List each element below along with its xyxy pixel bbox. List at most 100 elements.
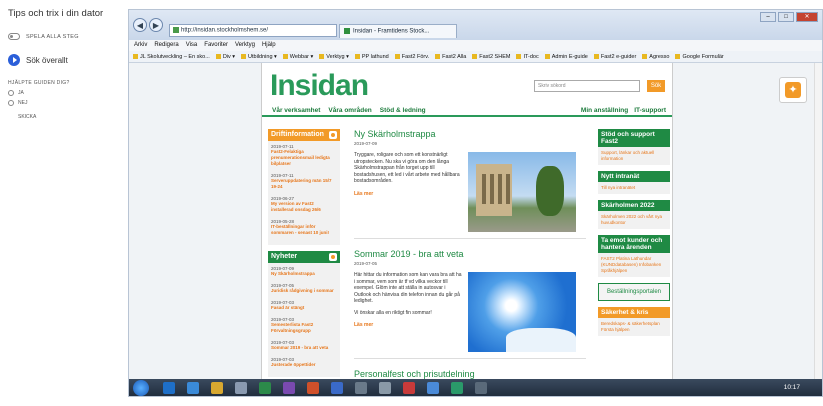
list-item[interactable]: 2019-07-05 Juridisk rådgivning i sommar	[271, 283, 337, 294]
box-link[interactable]: Till nya intranätet	[598, 182, 670, 194]
start-icon[interactable]	[133, 380, 149, 396]
item-link[interactable]: Juridisk rådgivning i sommar	[271, 288, 337, 294]
favorite-item[interactable]: Fast2 Förv.	[395, 54, 429, 60]
list-item[interactable]: 2019-07-03 Justerade öppettider	[271, 357, 337, 368]
box-link[interactable]: Skärholmen 2022 och vårt nya huvudkontor	[598, 211, 670, 229]
nav-item[interactable]: Våra områden	[328, 107, 371, 114]
favorite-item[interactable]: Verktyg ▾	[319, 54, 349, 60]
nav-item[interactable]: Vår verksamhet	[272, 107, 320, 114]
item-link[interactable]: Justerade öppettider	[271, 362, 337, 368]
stairs-photo[interactable]	[468, 152, 576, 232]
guide-launcher[interactable]: ✦	[779, 77, 807, 103]
play-all-toggle[interactable]: SPELA ALLA STEG	[8, 33, 120, 40]
nav-item[interactable]: IT-support	[634, 107, 666, 114]
menu-item[interactable]: Redigera	[154, 42, 178, 49]
app-icon[interactable]	[235, 382, 247, 394]
radio-icon[interactable]	[8, 100, 14, 106]
read-more-link[interactable]: Läs mer	[354, 191, 462, 198]
favorite-item[interactable]: PP lathund	[355, 54, 389, 60]
list-item[interactable]: 2019-06-27 My version av Fast2 installera…	[271, 196, 337, 213]
nav-item[interactable]: Stöd & ledning	[380, 107, 426, 114]
favorite-item[interactable]: Admin E-guide	[545, 54, 588, 60]
box-title[interactable]: Nytt intranät	[598, 171, 670, 182]
play-icon[interactable]	[8, 54, 20, 66]
ie-icon[interactable]	[187, 382, 199, 394]
favorite-item[interactable]: Webbar ▾	[283, 54, 313, 60]
item-link[interactable]: Semesterlista Fast2 Förvaltningsgrupp	[271, 322, 337, 334]
browser-tab[interactable]: Insidan - Framtidens Stock...	[339, 24, 457, 38]
rss-icon[interactable]	[329, 131, 337, 139]
item-link[interactable]: Fasad är stängt	[271, 305, 337, 311]
favorite-item[interactable]: Fast2 SHEM	[472, 54, 510, 60]
favorite-item[interactable]: Agresso	[642, 54, 669, 60]
box-title[interactable]: Skärholmen 2022	[598, 200, 670, 211]
article-title[interactable]: Ny Skärholmstrappa	[354, 129, 586, 139]
explorer-icon[interactable]	[211, 382, 223, 394]
app-icon[interactable]	[355, 382, 367, 394]
favorite-item[interactable]: Utbildning ▾	[241, 54, 277, 60]
box-link[interactable]: Beredskaps- & säkerhetsplan Första hjälp…	[598, 318, 670, 336]
box-title[interactable]: Säkerhet & kris	[598, 307, 670, 318]
lifebuoy-icon[interactable]: ✦	[785, 82, 801, 98]
menu-item[interactable]: Verktyg	[235, 42, 255, 49]
app-icon[interactable]	[403, 382, 415, 394]
nav-item[interactable]: Min anställning	[581, 107, 628, 114]
app-icon[interactable]	[475, 382, 487, 394]
forward-icon[interactable]: ▶	[149, 18, 163, 32]
app-icon[interactable]	[427, 382, 439, 394]
radio-icon[interactable]	[8, 90, 14, 96]
menu-item[interactable]: Arkiv	[134, 42, 147, 49]
word-icon[interactable]	[331, 382, 343, 394]
customers-box[interactable]: Ta emot kunder och hantera ärenden FAST2 …	[598, 235, 670, 277]
favorite-item[interactable]: Div ▾	[216, 54, 235, 60]
favorite-item[interactable]: JL Skolutveckling – En sko...	[133, 54, 210, 60]
item-link[interactable]: IT-beställningar inför sommaren - senast…	[271, 224, 337, 236]
item-link[interactable]: Serveruppdatering män 15/7 19-24	[271, 178, 337, 190]
scrollbar[interactable]	[814, 63, 822, 379]
support-box[interactable]: Stöd och support Fast2 Support, länkar oc…	[598, 129, 670, 165]
list-item[interactable]: 2019-07-11 Fast2-Felaktiga prenumerations…	[271, 144, 337, 167]
onenote-icon[interactable]	[283, 382, 295, 394]
address-bar[interactable]: http://insidan.stockholmshem.se/	[169, 24, 337, 37]
sun-photo[interactable]	[468, 272, 576, 352]
favorite-item[interactable]: IT-doc	[516, 54, 538, 60]
item-link[interactable]: Fast2-Felaktiga prenumerationsmail ledig…	[271, 149, 337, 167]
rss-icon[interactable]	[329, 253, 337, 261]
item-link[interactable]: Sommar 2019 - bra att veta	[271, 345, 337, 351]
box-title[interactable]: Stöd och support Fast2	[598, 129, 670, 147]
send-button[interactable]: SKICKA	[18, 114, 120, 120]
favorite-item[interactable]: Google Formulär	[675, 54, 723, 60]
list-item[interactable]: 2019-07-03 Sommar 2019 - bra att veta	[271, 340, 337, 351]
search-input[interactable]: Skriv sökord	[534, 80, 640, 92]
box-title[interactable]: Ta emot kunder och hantera ärenden	[598, 235, 670, 253]
list-item[interactable]: 2019-07-11 Serveruppdatering män 15/7 19-…	[271, 173, 337, 190]
yes-radio[interactable]: JA	[8, 90, 120, 96]
maximize-icon[interactable]: □	[778, 12, 794, 22]
menu-item[interactable]: Hjälp	[262, 42, 276, 49]
favorite-item[interactable]: Fast2 e-guider	[594, 54, 636, 60]
read-more-link[interactable]: Läs mer	[354, 322, 462, 329]
article-title[interactable]: Personalfest och prisutdelning	[354, 369, 586, 379]
box-link[interactable]: FAST2 Platina Lathundar (KUNDdatabasen) …	[598, 253, 670, 277]
powerpoint-icon[interactable]	[307, 382, 319, 394]
search-all-button[interactable]: Sök överallt	[8, 54, 120, 66]
back-icon[interactable]: ◀	[133, 18, 147, 32]
list-item[interactable]: 2019-07-09 Ny Skärholmstrappa	[271, 266, 337, 277]
app-icon[interactable]	[451, 382, 463, 394]
list-item[interactable]: 2019-07-03 Fasad är stängt	[271, 300, 337, 311]
minimize-icon[interactable]: –	[760, 12, 776, 22]
item-link[interactable]: Ny Skärholmstrappa	[271, 271, 337, 277]
app-icon[interactable]	[379, 382, 391, 394]
close-icon[interactable]: ✕	[796, 12, 818, 22]
article-title[interactable]: Sommar 2019 - bra att veta	[354, 249, 586, 259]
outlook-icon[interactable]	[163, 382, 175, 394]
box-link[interactable]: Support, länkar och aktuell information	[598, 147, 670, 165]
item-link[interactable]: My version av Fast2 installerad onsdag 2…	[271, 201, 337, 213]
menu-item[interactable]: Visa	[186, 42, 198, 49]
list-item[interactable]: 2019-05-28 IT-beställningar inför sommare…	[271, 219, 337, 236]
site-logo[interactable]: Insidan	[270, 69, 369, 103]
toggle-icon[interactable]	[8, 33, 20, 40]
search-button[interactable]: Sök	[647, 80, 665, 92]
skarholmen-box[interactable]: Skärholmen 2022 Skärholmen 2022 och vårt …	[598, 200, 670, 229]
menu-item[interactable]: Favoriter	[204, 42, 228, 49]
